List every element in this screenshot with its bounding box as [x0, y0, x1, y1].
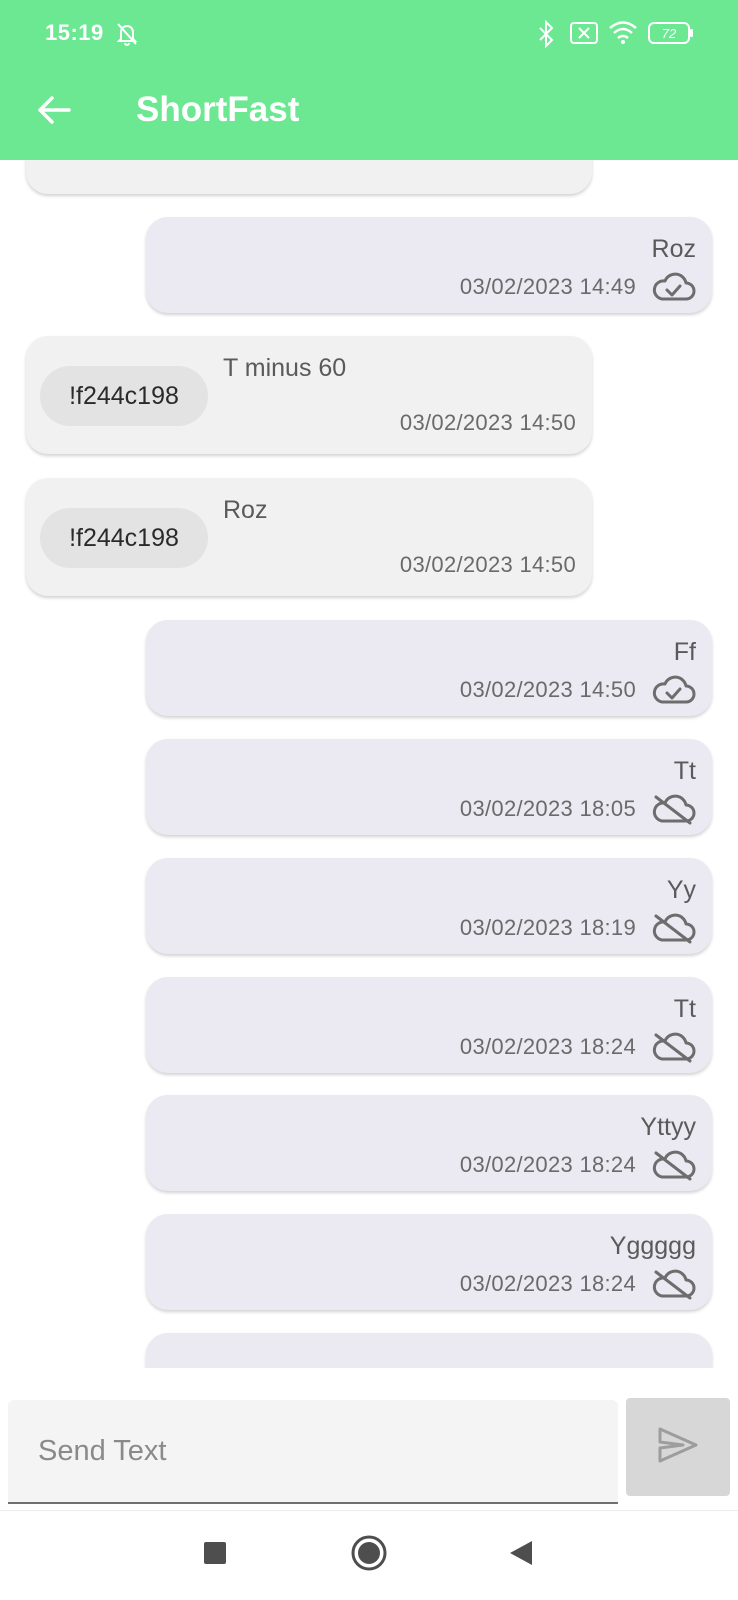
message-text: Roz [223, 496, 268, 524]
message-bubble-outgoing[interactable]: Roz 03/02/2023 14:49 [146, 217, 712, 313]
message-time: 03/02/2023 18:05 [459, 796, 636, 821]
send-text-field[interactable] [8, 1400, 618, 1504]
message-time: 03/02/2023 14:50 [459, 677, 636, 702]
home-button[interactable] [345, 1531, 393, 1579]
bluetooth-icon [538, 19, 554, 53]
cloud-off-icon [652, 794, 696, 825]
arrow-left-icon [36, 94, 72, 131]
message-text: Yttyy [640, 1113, 696, 1141]
message-time: 03/02/2023 14:50 [399, 552, 576, 577]
message-time: 03/02/2023 18:24 [459, 1152, 636, 1177]
sender-chip[interactable]: !f244c198 [40, 366, 208, 426]
battery-level: 72 [662, 26, 677, 41]
nav-back-button[interactable] [497, 1531, 545, 1579]
wifi-icon [608, 20, 638, 49]
message-bubble-incoming[interactable]: !f244c198 T minus 60 03/02/2023 14:50 [26, 336, 592, 454]
send-icon [657, 1426, 699, 1469]
sender-chip[interactable]: !f244c198 [40, 508, 208, 568]
message-text: Tt [673, 995, 696, 1023]
sim-off-icon [570, 22, 598, 49]
message-time: 03/02/2023 14:50 [399, 410, 576, 435]
cloud-done-icon [652, 675, 696, 704]
message-bubble-outgoing[interactable]: Tt 03/02/2023 18:05 [146, 739, 712, 835]
message-bubble-outgoing[interactable]: Tt 03/02/2023 18:24 [146, 977, 712, 1073]
system-nav-bar [0, 1510, 738, 1600]
message-bubble-outgoing[interactable]: Yy 03/02/2023 18:19 [146, 858, 712, 954]
message-bubble-outgoing[interactable]: Ff 03/02/2023 14:50 [146, 620, 712, 716]
message-text: Yy [666, 876, 696, 904]
app-title: ShortFast [136, 90, 300, 129]
send-text-input[interactable] [8, 1400, 618, 1502]
cloud-off-icon [652, 1032, 696, 1063]
bell-off-icon [115, 21, 139, 52]
message-text: Yggggg [609, 1232, 696, 1260]
recents-square-icon [203, 1541, 227, 1570]
message-time: 03/02/2023 18:24 [459, 1034, 636, 1059]
status-time: 15:19 [45, 20, 104, 45]
message-time: 03/02/2023 18:24 [459, 1271, 636, 1296]
home-circle-icon [350, 1534, 388, 1577]
message-bubble-partial [26, 160, 592, 194]
battery-icon: 72 [648, 22, 694, 49]
recents-button[interactable] [191, 1531, 239, 1579]
message-time: 03/02/2023 14:49 [459, 274, 636, 299]
message-list[interactable]: Roz 03/02/2023 14:49 !f244c198 T minus 6… [0, 160, 738, 1368]
composer [0, 1368, 738, 1510]
message-text: Roz [651, 235, 696, 263]
message-bubble-incoming[interactable]: !f244c198 Roz 03/02/2023 14:50 [26, 478, 592, 596]
send-button[interactable] [626, 1398, 730, 1496]
message-text: Ff [673, 638, 696, 666]
message-text: T minus 60 [223, 354, 347, 382]
cloud-done-icon [652, 272, 696, 301]
cloud-off-icon [652, 1150, 696, 1181]
app-bar: ShortFast [0, 66, 738, 160]
message-time: 03/02/2023 18:19 [459, 915, 636, 940]
status-bar: 15:19 72 [0, 0, 738, 66]
back-triangle-icon [508, 1539, 534, 1572]
message-bubble-partial [146, 1333, 712, 1368]
message-bubble-outgoing[interactable]: Yggggg 03/02/2023 18:24 [146, 1214, 712, 1310]
cloud-off-icon [652, 1269, 696, 1300]
back-button[interactable] [30, 88, 78, 136]
cloud-off-icon [652, 913, 696, 944]
message-text: Tt [673, 757, 696, 785]
message-bubble-outgoing[interactable]: Yttyy 03/02/2023 18:24 [146, 1095, 712, 1191]
